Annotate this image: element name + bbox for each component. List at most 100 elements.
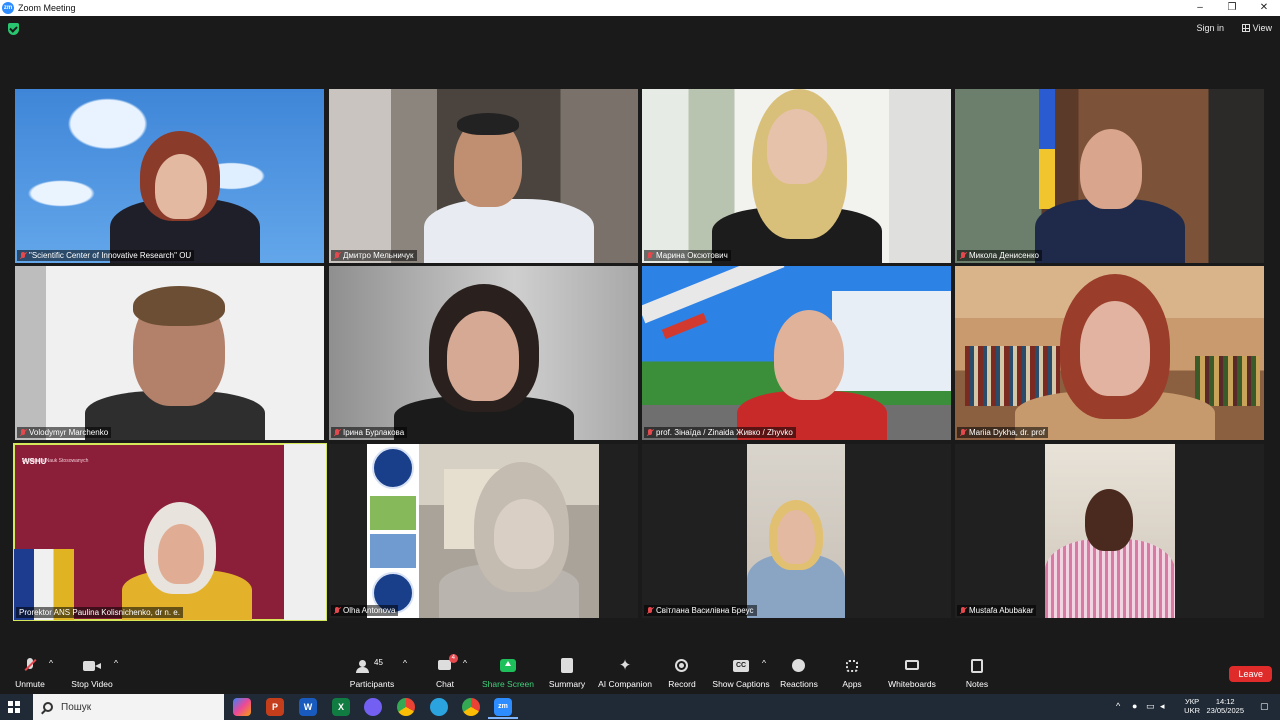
participant-name: Світлана Василівна Бреус [644,605,757,616]
participant-name: Mariia Dykha, dr. prof [957,427,1049,438]
video-tile[interactable]: "Scientific Center of Innovative Researc… [15,89,324,263]
maximize-button[interactable]: ❐ [1216,0,1248,16]
participant-name: Volodymyr Marchenko [17,427,112,438]
chrome-profile-icon[interactable] [462,698,480,716]
participant-name: prof. Зінаїда / Zinaida Живко / Zhyvko [644,427,796,438]
meeting-header: Sign in View [0,16,1280,42]
mic-muted-icon [960,251,966,260]
mic-muted-icon [647,251,653,260]
video-tile[interactable]: Mariia Dykha, dr. prof [955,266,1264,440]
captions-options-caret[interactable]: ^ [762,658,766,668]
viber-icon[interactable] [364,698,382,716]
windows-start-icon[interactable] [8,701,20,713]
video-tile[interactable]: Микола Денисенко [955,89,1264,263]
grid-view-icon [1241,24,1250,32]
view-label: View [1252,23,1272,33]
tray-overflow-icon[interactable]: ^ [1116,701,1120,711]
participants-icon: 45 [355,658,389,674]
zoom-app-icon: zm [2,2,14,14]
encryption-shield-icon[interactable] [8,23,19,35]
notifications-icon[interactable]: ▢ [1260,701,1269,712]
zoom-taskbar-icon[interactable]: zm [494,698,512,716]
microphone-icon[interactable]: ● [1132,701,1137,711]
word-icon[interactable]: W [299,698,317,716]
participant-name: Prorektor ANS Paulina Kolisnichenko, dr … [16,607,183,618]
record-button[interactable]: Record [666,658,698,689]
keyboard-language[interactable]: УКР UKR [1184,697,1200,715]
view-button[interactable]: View [1241,23,1272,33]
share-screen-icon [500,658,516,674]
record-icon [675,658,689,674]
window-title: Zoom Meeting [18,3,76,13]
participant-name: Микола Денисенко [957,250,1042,261]
mic-muted-icon [24,658,37,674]
ai-companion-button[interactable]: ✦ AI Companion [596,657,654,690]
notes-icon [971,658,983,674]
stop-video-button[interactable]: Stop Video [70,658,114,689]
sign-in-link[interactable]: Sign in [1196,23,1224,33]
participants-options-caret[interactable]: ^ [403,658,407,668]
share-screen-button[interactable]: Share Screen [482,658,534,689]
close-button[interactable]: ✕ [1248,0,1280,16]
mic-muted-icon [20,428,26,437]
taskbar-clock[interactable]: 14:12 23/05/2025 [1206,697,1244,715]
chat-unread-badge: 4 [448,654,458,663]
participant-name: Olha Antonova [331,605,399,616]
window-title-bar: zm Zoom Meeting – ❐ ✕ [0,0,1280,16]
video-tile[interactable]: Ірина Бурлакова [329,266,638,440]
volume-icon[interactable]: ◂ [1160,701,1165,712]
excel-icon[interactable]: X [332,698,350,716]
mic-muted-icon [334,606,340,615]
mic-muted-icon [334,428,340,437]
reactions-button[interactable]: Reactions [780,658,818,689]
powerpoint-icon[interactable]: P [266,698,284,716]
backdrop-tagline: Akademia Nauk Stosowanych [22,458,89,464]
sparkle-icon: ✦ [618,657,632,674]
video-options-caret[interactable]: ^ [114,658,118,668]
apps-button[interactable]: Apps [840,658,864,689]
taskbar-search-box[interactable]: Пошук [33,694,224,720]
participant-name: Марина Оксютович [644,250,731,261]
chat-button[interactable]: 4 Chat [432,654,458,689]
chrome-icon[interactable] [397,698,415,716]
minimize-button[interactable]: – [1184,0,1216,16]
participant-name: "Scientific Center of Innovative Researc… [17,250,195,261]
video-tile[interactable]: Olha Antonova [329,444,638,618]
mic-muted-icon [960,606,966,615]
summary-document-icon [561,658,573,674]
copilot-icon[interactable] [233,698,251,716]
video-tile[interactable]: Volodymyr Marchenko [15,266,324,440]
apps-icon [845,658,859,674]
mic-muted-icon [960,428,966,437]
video-tile[interactable]: Світлана Василівна Бреус [642,444,951,618]
video-tile[interactable]: prof. Зінаїда / Zinaida Живко / Zhyvko [642,266,951,440]
whiteboards-button[interactable]: Whiteboards [886,658,938,689]
mic-muted-icon [647,606,653,615]
summary-button[interactable]: Summary [546,658,588,689]
video-tile-active-speaker[interactable]: WSHU Akademia Nauk Stosowanych Prorektor… [13,443,327,621]
participant-name: Ірина Бурлакова [331,427,408,438]
leave-meeting-button[interactable]: Leave [1229,666,1272,682]
video-tile[interactable]: Марина Оксютович [642,89,951,263]
video-tile[interactable]: Mustafa Abubakar [955,444,1264,618]
participant-name: Дмитро Мельничук [331,250,417,261]
video-tile[interactable]: Дмитро Мельничук [329,89,638,263]
notes-button[interactable]: Notes [964,658,990,689]
participants-count: 45 [374,658,383,667]
chat-options-caret[interactable]: ^ [463,658,467,668]
windows-taskbar: Пошук P W X zm ^ ● ▭ ◂ УКР UKR 14:12 23/… [0,694,1280,720]
system-tray: ^ ● ▭ ◂ УКР UKR 14:12 23/05/2025 ▢ [1080,694,1280,720]
active-app-indicator [488,717,518,719]
meeting-controls: Unmute ^ Stop Video ^ 45 Participants ^ … [0,650,1280,694]
search-icon [43,702,53,712]
unmute-button[interactable]: Unmute [14,658,46,689]
search-placeholder: Пошук [61,701,92,713]
mic-muted-icon [647,428,653,437]
participants-button[interactable]: 45 Participants [348,658,396,689]
mic-muted-icon [20,251,26,260]
mic-muted-icon [334,251,340,260]
network-icon[interactable]: ▭ [1146,701,1155,712]
chat-bubble-icon: 4 [438,654,458,674]
audio-options-caret[interactable]: ^ [49,658,53,668]
telegram-icon[interactable] [430,698,448,716]
